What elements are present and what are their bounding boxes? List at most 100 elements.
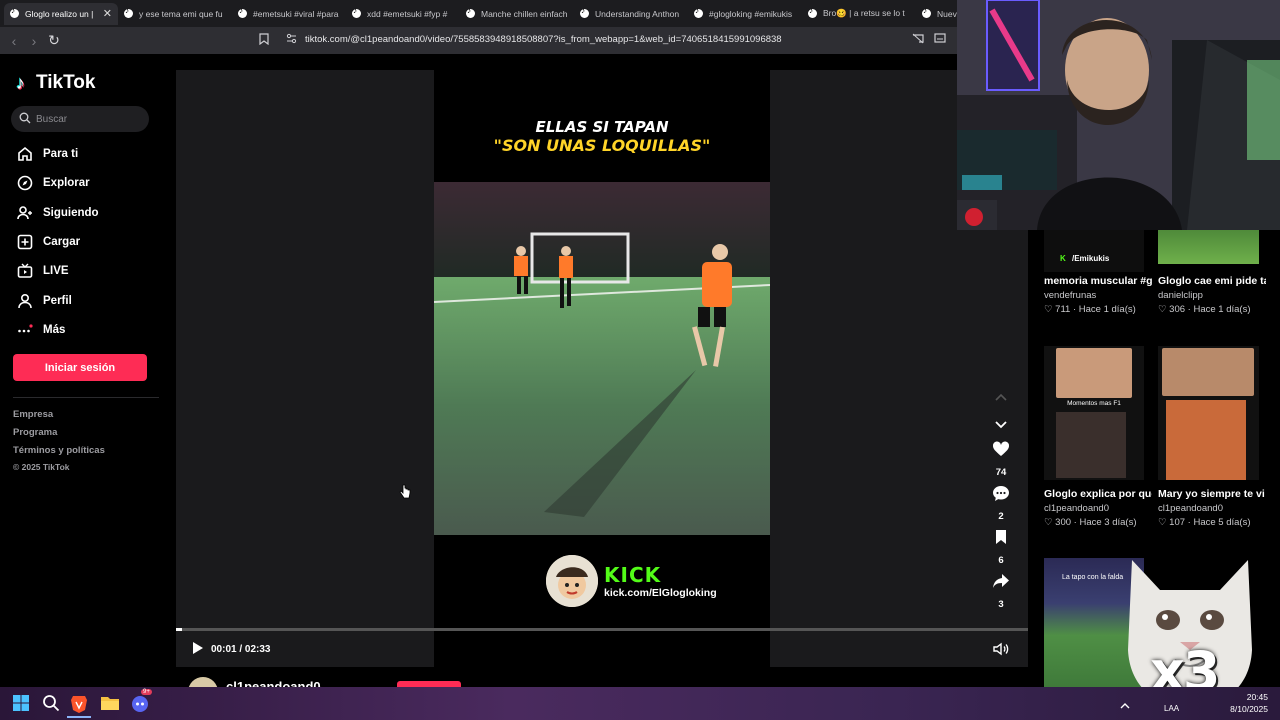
language-indicator[interactable]: LAA [1164,704,1179,713]
rec-card[interactable]: Gloglo cae emi pide tarjeta amarilla +..… [1158,274,1266,315]
video-player[interactable]: ELLAS SI TAPAN "SON UNAS LOQUILLAS" KICK… [176,70,1028,667]
profile-icon [16,292,34,310]
browser-tab[interactable]: #glogloking #emikukis [688,3,802,25]
rec-card[interactable]: Gloglo explica por que no colabora co...… [1044,487,1152,528]
system-clock[interactable]: 20:45 8/10/2025 [1226,691,1268,715]
footer-link-empresa[interactable]: Empresa [13,409,53,420]
thumb-text: /Emikukis [1072,254,1110,263]
author-name[interactable]: cl1peandoand0 [226,679,321,687]
nav-label: Siguiendo [43,207,99,219]
nav-item-live[interactable]: LIVE [16,262,69,280]
tab-title: Gloglo realizo un | [25,8,94,19]
video-author-bar: cl1peandoand0 [176,667,1028,687]
nav-item-explorar[interactable]: Explorar [16,174,90,192]
rec-author: cl1peandoand0 [1158,503,1223,514]
like-icon[interactable] [991,441,1011,462]
video-progress-bar[interactable] [176,628,1028,631]
search-icon[interactable] [42,694,62,714]
browser-tab[interactable]: Manche chillen einfach [460,3,574,25]
forward-icon[interactable]: › [24,33,44,49]
browser-tab[interactable]: Understanding Anthon [574,3,688,25]
rec-thumbnail[interactable] [1158,230,1259,264]
file-explorer-icon[interactable] [100,694,120,714]
footer-link-programa[interactable]: Programa [13,427,57,438]
rec-author: danielclipp [1158,290,1203,301]
rec-stats: ♡ 711 · Hace 1 día(s) [1044,304,1136,315]
bookmark-icon[interactable] [259,33,269,48]
play-icon[interactable] [192,641,204,658]
kick-url: kick.com/ElGlogloking [604,587,717,599]
site-info-icon[interactable] [286,33,297,47]
nav-item-mas[interactable]: Más [16,321,65,339]
rec-title: Gloglo cae emi pide tarjeta amarilla +..… [1158,275,1266,287]
next-video-icon[interactable] [991,416,1011,434]
browser-tab[interactable]: #emetsuki #viral #para [232,3,346,25]
tiktok-favicon-icon [694,6,703,18]
nav-label: Perfil [43,295,72,307]
search-input[interactable] [36,113,136,125]
tray-chevron-icon[interactable] [1120,697,1140,717]
cast-off-icon[interactable] [912,33,924,47]
close-tab-icon[interactable]: ✕ [103,7,112,20]
nav-item-para-ti[interactable]: Para ti [16,145,78,163]
home-icon [16,145,34,163]
tab-title: xdd #emetsuki #fyp # [367,8,448,19]
previous-video-icon[interactable] [991,388,1011,406]
streamer-webcam-overlay [957,0,1280,230]
video-timecode: 00:01 / 02:33 [211,644,271,655]
rec-card[interactable]: memoria muscular #gloglo... vendefrunas … [1044,274,1152,315]
discord-icon[interactable]: 9+ [130,689,152,714]
url-field[interactable]: tiktok.com/@cl1peandoand0/video/75585839… [305,34,782,45]
discord-badge: 9+ [141,689,152,695]
brave-browser-icon[interactable] [67,694,91,718]
video-frame[interactable]: ELLAS SI TAPAN "SON UNAS LOQUILLAS" KICK… [434,70,770,667]
windows-taskbar: 9+ LAA 20:45 8/10/2025 [0,687,1280,720]
tab-title: Bro🥴 | a retsu se lo t [823,8,905,18]
login-button[interactable]: Iniciar sesión [13,354,147,381]
footer-link-terminos[interactable]: Términos y políticas [13,445,105,456]
compass-icon [16,174,34,192]
share-icon[interactable] [991,573,1011,594]
reader-mode-icon[interactable] [934,33,946,46]
rec-thumbnail[interactable]: Momentos mas F1 [1044,346,1144,480]
browser-tab[interactable]: xdd #emetsuki #fyp # [346,3,460,25]
save-icon[interactable] [991,529,1011,550]
browser-tab[interactable]: y ese tema emi que fu [118,3,232,25]
nav-label: Más [43,324,66,336]
browser-tab[interactable]: Bro🥴 | a retsu se lo t [802,3,916,25]
share-count: 3 [998,599,1004,610]
kick-k-icon: K [1060,254,1066,263]
reload-icon[interactable]: ↻ [44,32,64,49]
progress-fill [176,628,182,631]
clock-date: 8/10/2025 [1230,704,1268,714]
tiktok-favicon-icon [808,6,817,18]
nav-item-cargar[interactable]: Cargar [16,233,80,251]
nav-item-perfil[interactable]: Perfil [16,292,72,310]
address-bar: ‹ › ↻ tiktok.com/@cl1peandoand0/video/75… [0,27,960,54]
tiktok-favicon-icon [466,6,475,18]
volume-icon[interactable] [993,642,1009,661]
rec-thumbnail[interactable] [1158,346,1259,480]
tab-title: #emetsuki #viral #para [253,8,339,19]
author-avatar[interactable] [188,677,218,687]
rec-stats: ♡ 107 · Hace 5 día(s) [1158,517,1251,528]
rec-title: Gloglo explica por que no colabora co... [1044,488,1152,500]
rec-card[interactable]: Mary yo siempre te vi bien uff que rico.… [1158,487,1266,528]
browser-tab[interactable]: Nuev [916,3,960,25]
nav-item-siguiendo[interactable]: Siguiendo [16,204,99,222]
nav-label: Para ti [43,148,79,160]
upload-icon [16,233,34,251]
browser-tab[interactable]: Gloglo realizo un | ✕ [4,2,118,25]
back-icon[interactable]: ‹ [4,33,24,49]
rec-author: cl1peandoand0 [1044,503,1109,514]
comment-icon[interactable] [991,485,1011,507]
like-count: 74 [995,467,1007,478]
brand-name: TikTok [36,72,96,93]
search-box[interactable] [11,106,149,132]
tiktok-logo[interactable]: ♪ TikTok [16,72,95,94]
tab-title: Understanding Anthon [595,8,680,19]
thumb-text: La tapo con la falda [1062,574,1124,581]
windows-start-icon[interactable] [12,694,32,714]
caption-line-2: "SON UNAS LOQUILLAS" [493,136,711,155]
rec-thumbnail[interactable]: /Emikukis K [1044,230,1144,272]
